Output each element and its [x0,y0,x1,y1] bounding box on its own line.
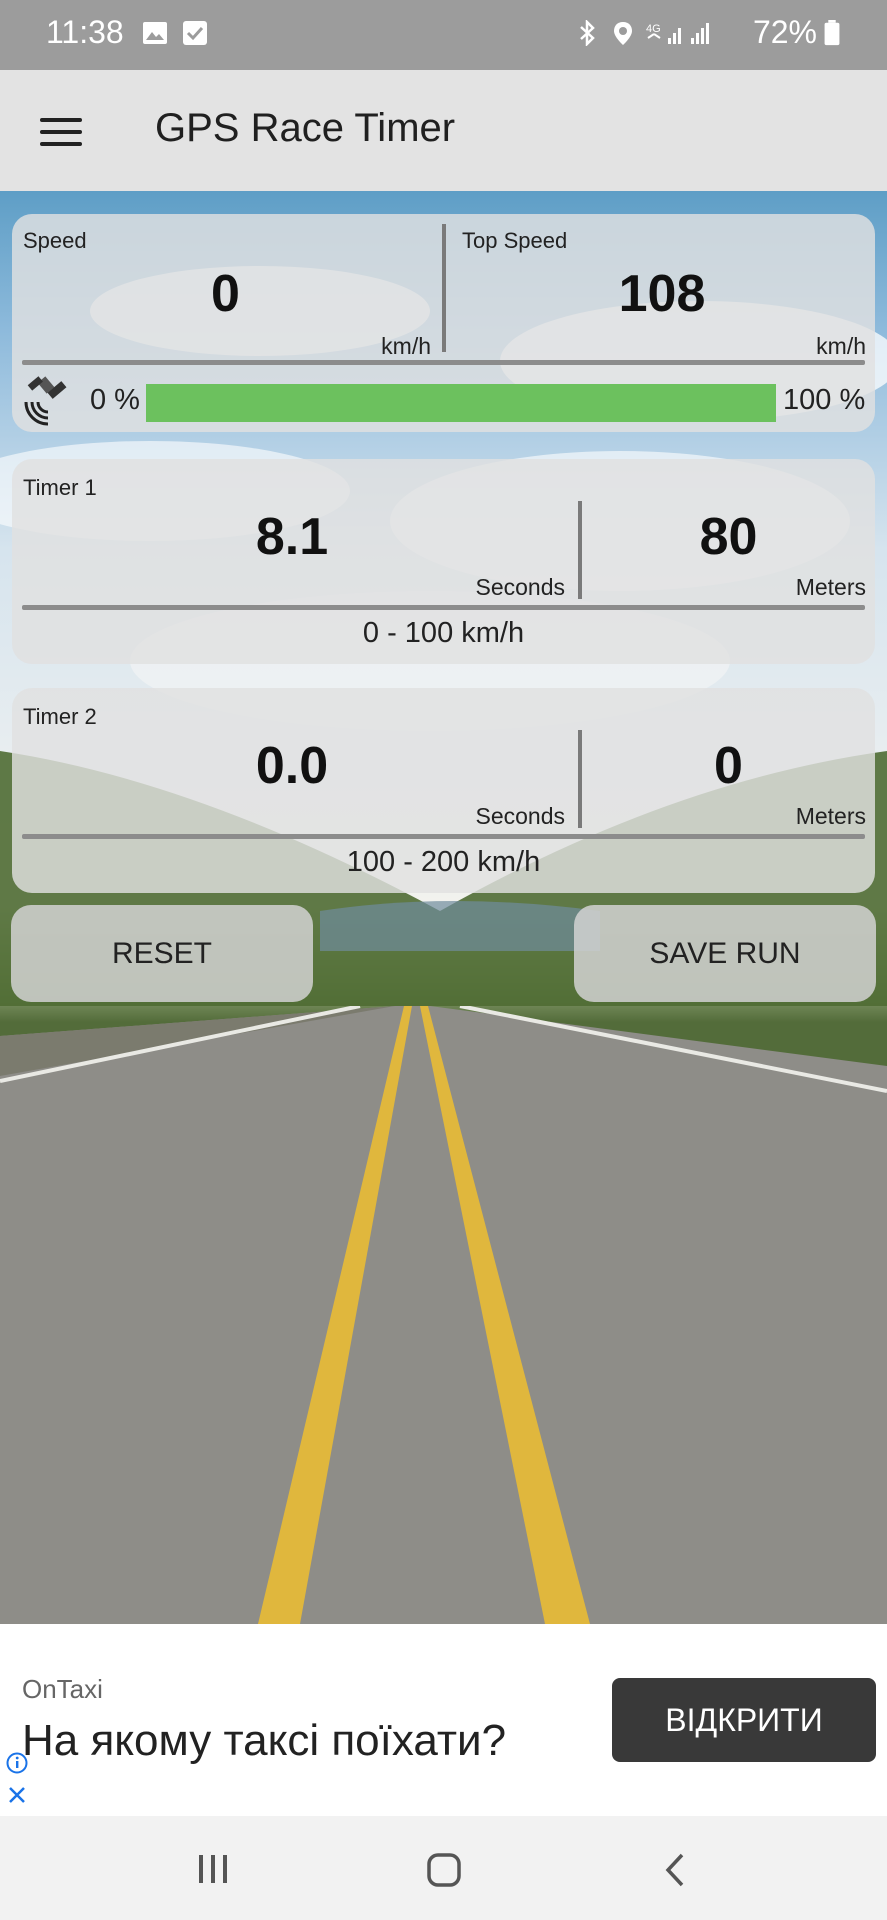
top-speed-label: Top Speed [462,228,568,253]
menu-icon[interactable] [40,118,82,146]
image-icon [143,22,167,44]
timer2-time-unit: Seconds [475,803,565,829]
location-icon [614,22,632,45]
timer1-label: Timer 1 [23,475,97,500]
timer2-card: Timer 2 0.0 Seconds 0 Meters 100 - 200 k… [12,688,875,893]
background-road-image: Speed 0 km/h Top Speed 108 km/h 0 % 100 … [0,191,887,1624]
speed-value: 0 [211,265,240,323]
speed-label: Speed [23,228,87,253]
svg-text:4G: 4G [646,23,661,35]
status-time: 11:38 [46,14,124,50]
timer2-time-value: 0.0 [255,737,329,795]
recents-icon[interactable] [196,1852,230,1886]
speed-divider [442,224,446,352]
timer1-card: Timer 1 8.1 Seconds 80 Meters 0 - 100 km… [12,459,875,664]
timer2-range: 100 - 200 km/h [346,846,541,878]
timer2-distance-value: 0 [714,737,743,795]
info-icon[interactable] [6,1752,28,1774]
gps-progress-track [146,384,776,422]
timer1-distance-value: 80 [699,508,758,566]
ad-headline: На якому таксі поїхати? [22,1716,507,1765]
timer1-time-unit: Seconds [475,574,565,600]
speed-unit: km/h [381,333,431,359]
top-speed-value: 108 [618,265,706,323]
battery-percent: 72% [752,14,817,50]
road [0,1006,887,1624]
gps-min-label: 0 % [90,384,140,416]
timer2-label: Timer 2 [23,704,97,729]
speed-hdivider [22,360,865,365]
reset-button[interactable]: RESET [11,905,313,1002]
close-icon[interactable] [6,1784,28,1806]
status-bar: 11:38 4G 72% [0,0,887,70]
save-run-button[interactable]: SAVE RUN [574,905,876,1002]
timer1-range: 0 - 100 km/h [362,617,525,649]
bluetooth-icon [580,20,595,46]
back-icon[interactable] [662,1852,688,1888]
page-title: GPS Race Timer [155,106,456,150]
timer2-hdivider [22,834,865,839]
ad-brand: OnTaxi [22,1674,103,1704]
gps-progress-fill [146,384,776,422]
top-speed-unit: km/h [816,333,866,359]
home-icon[interactable] [426,1852,462,1888]
system-nav-bar [0,1816,887,1920]
timer1-hdivider [22,605,865,610]
satellite-icon [24,376,67,426]
gps-max-label: 100 % [783,384,866,416]
timer1-time-value: 8.1 [255,508,329,566]
timer1-distance-unit: Meters [795,574,866,600]
timer2-distance-unit: Meters [795,803,866,829]
battery-icon [824,20,840,46]
ad-banner[interactable]: OnTaxi На якому таксі поїхати? ВІДКРИТИ [0,1624,887,1816]
ad-open-button[interactable]: ВІДКРИТИ [612,1678,876,1762]
speed-card: Speed 0 km/h Top Speed 108 km/h 0 % 100 … [12,214,875,432]
signal-icon: 4G [646,23,709,44]
app-bar: GPS Race Timer [0,70,887,191]
check-icon [183,21,207,45]
